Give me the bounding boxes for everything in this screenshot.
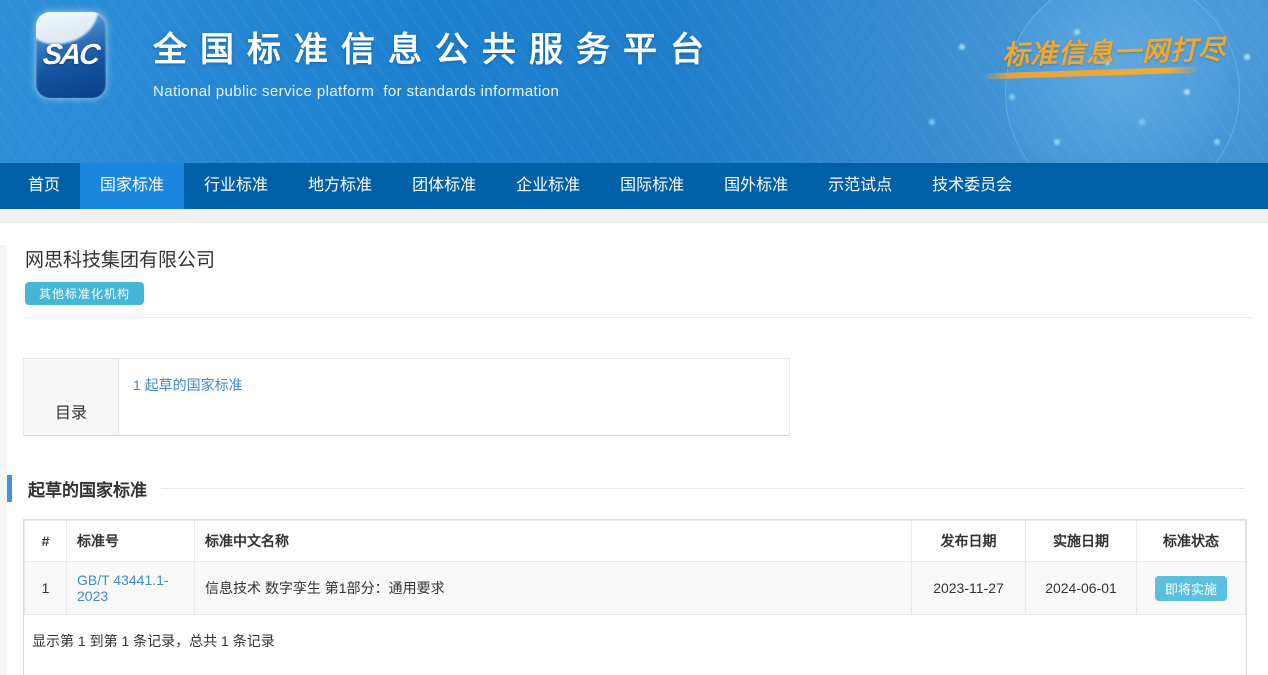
toc-box: 目录 1 起草的国家标准 [23,358,790,436]
nav-list: 首页 国家标准 行业标准 地方标准 团体标准 企业标准 国际标准 国外标准 示范… [0,163,1268,209]
nav-item-group-standards[interactable]: 团体标准 [392,163,496,209]
row-publish-date: 2023-11-27 [912,562,1026,615]
globe-graphic [1005,0,1240,163]
sac-logo: SAC [36,12,106,98]
table-header-row: # 标准号 标准中文名称 发布日期 实施日期 标准状态 [25,521,1246,562]
nav-item-home[interactable]: 首页 [8,163,80,209]
toc-link-drafted-national-standards[interactable]: 1 起草的国家标准 [133,377,243,393]
site-title: 全国标准信息公共服务平台 [153,22,717,71]
section-header: 起草的国家标准 [0,475,1268,502]
table-row: 1 GB/T 43441.1-2023 信息技术 数字孪生 第1部分：通用要求 … [25,562,1246,615]
main-nav: 首页 国家标准 行业标准 地方标准 团体标准 企业标准 国际标准 国外标准 示范… [0,163,1268,209]
nav-item-national-standards[interactable]: 国家标准 [80,163,184,209]
table-body: 1 GB/T 43441.1-2023 信息技术 数字孪生 第1部分：通用要求 … [25,562,1246,615]
col-header-publish-date: 发布日期 [912,521,1026,562]
row-standard-name: 信息技术 数字孪生 第1部分：通用要求 [195,562,912,615]
nav-item-pilot-demo[interactable]: 示范试点 [808,163,912,209]
toc-content: 1 起草的国家标准 [119,359,789,435]
header-slogan: 标准信息一网打尽 [1002,27,1263,73]
glow-dots-decoration [0,0,4,4]
records-summary: 显示第 1 到第 1 条记录，总共 1 条记录 [24,615,1246,675]
col-header-status: 标准状态 [1137,521,1246,562]
col-header-standard-code: 标准号 [67,521,195,562]
org-section-divider [25,317,1252,318]
org-type-badge: 其他标准化机构 [25,282,144,305]
content-panel: 网思科技集团有限公司 其他标准化机构 目录 1 起草的国家标准 起草的国家标准 … [0,245,1268,675]
org-name: 网思科技集团有限公司 [25,245,1268,272]
standards-table-container: # 标准号 标准中文名称 发布日期 实施日期 标准状态 1 GB/T 43441… [23,519,1247,675]
site-subtitle: National public service platform for sta… [153,83,717,100]
row-index: 1 [25,562,67,615]
standards-table: # 标准号 标准中文名称 发布日期 实施日期 标准状态 1 GB/T 43441… [24,520,1246,615]
nav-item-local-standards[interactable]: 地方标准 [288,163,392,209]
row-status-cell: 即将实施 [1137,562,1246,615]
row-implement-date: 2024-06-01 [1026,562,1137,615]
col-header-implement-date: 实施日期 [1026,521,1137,562]
nav-item-industry-standards[interactable]: 行业标准 [184,163,288,209]
page-background-strip [0,209,1268,223]
section-title: 起草的国家标准 [28,476,147,501]
status-badge: 即将实施 [1155,576,1227,601]
nav-item-foreign-standards[interactable]: 国外标准 [704,163,808,209]
site-title-block: 全国标准信息公共服务平台 National public service pla… [153,22,717,100]
nav-item-enterprise-standards[interactable]: 企业标准 [496,163,600,209]
col-header-standard-name: 标准中文名称 [195,521,912,562]
section-rule [161,488,1245,489]
toc-label: 目录 [24,359,119,435]
standard-code-link[interactable]: GB/T 43441.1-2023 [77,572,169,604]
row-standard-code-cell: GB/T 43441.1-2023 [67,562,195,615]
nav-item-technical-committee[interactable]: 技术委员会 [912,163,1032,209]
col-header-index: # [25,521,67,562]
nav-item-international-standards[interactable]: 国际标准 [600,163,704,209]
site-header: SAC 全国标准信息公共服务平台 National public service… [0,0,1268,163]
left-gutter [0,245,7,675]
sac-logo-text: SAC [42,39,101,72]
table-header: # 标准号 标准中文名称 发布日期 实施日期 标准状态 [25,521,1246,562]
